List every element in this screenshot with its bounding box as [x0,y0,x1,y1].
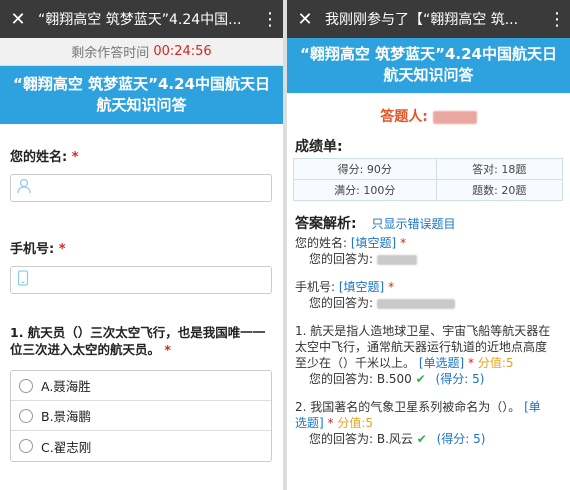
more-menu-icon[interactable]: ⋮ [548,9,566,30]
question-2-answer: 您的回答为: B.风云 ✔ (得分: 5) [309,432,486,446]
option-b[interactable]: B.景海鹏 [11,401,271,431]
timer-label: 剩余作答时间 [71,46,150,61]
phone-label: 手机号: * [10,242,66,257]
question-2-points: (得分: 5) [436,432,486,446]
top-bar: ✕ 我刚刚参与了【“翱翔高空 筑... ⋮ [287,0,570,38]
analysis-header: 答案解析: 只显示错误题目 [295,213,570,233]
user-icon [17,178,31,198]
required-mark: * [71,150,79,165]
answerer-label: 答题人: [380,109,428,125]
answerer-name-redacted [432,110,477,124]
phone-question: 手机号: [填空题] * [295,280,395,294]
quiz-banner: “翱翔高空 筑梦蓝天”4.24中国航天日 航天知识问答 [287,38,570,93]
phone-answer: 您的回答为: [309,295,570,311]
window-title: 我刚刚参与了【“翱翔高空 筑... [325,12,519,28]
name-label: 您的姓名: * [10,150,79,165]
timer-bar: 剩余作答时间 00:24:56 [0,38,283,66]
score-count: 题数: 20题 [435,179,564,201]
phone-answer-redacted [376,298,455,309]
required-mark: * [164,342,171,357]
banner-title-line2: 航天知识问答 [96,96,187,114]
radio-icon[interactable] [19,408,33,423]
question-1-line2: 太空中飞行，通常航天器运行轨道的近地点高度 [295,340,548,354]
answerer-row: 答题人: [287,106,570,126]
single-choice-tag: [单选题] [418,356,465,370]
banner-title-line1: “翱翔高空 筑梦蓝天”4.24中国航天日 [300,45,557,63]
name-answer-redacted [376,254,417,265]
banner-title-line2: 航天知识问答 [383,66,474,84]
radio-icon[interactable] [19,439,33,453]
score-table: 得分: 90分 答对: 18题 满分: 100分 题数: 20题 [293,158,564,201]
option-a[interactable]: A.聂海胜 [11,371,271,401]
top-bar: ✕ “翱翔高空 筑梦蓝天”4.24中国... ⋮ [0,0,283,38]
question-1-options: A.聂海胜 B.景海鹏 C.翟志刚 [10,370,272,462]
fill-tag: [填空题] [338,280,385,294]
question-1-line3: 至少在（）千米以上。 [单选题] * 分值:5 [295,356,514,370]
option-label: B.景海鹏 [41,409,92,424]
fill-tag: [填空题] [350,236,397,250]
phone-input[interactable] [10,266,272,294]
only-wrong-link[interactable]: 只显示错误题目 [371,217,455,231]
analysis-title: 答案解析: [295,216,357,232]
question-1: 1. 航天员（）三次太空飞行，也是我国唯一一 位三次进入太空的航天员。 * [10,324,273,358]
question-1: 1. 航天是指人造地球卫星、宇宙飞船等航天器在 太空中飞行，通常航天器运行轨道的… [295,323,570,371]
score-title: 成绩单: [295,139,343,155]
question-1-line2: 位三次进入太空的航天员。 * [10,342,171,357]
close-icon[interactable]: ✕ [293,9,317,30]
name-question: 您的姓名: [填空题] * [295,236,407,250]
question-1-line1: 1. 航天员（）三次太空飞行，也是我国唯一一 [10,325,266,340]
required-mark: * [58,242,66,257]
option-label: A.聂海胜 [41,379,91,394]
quiz-result-screen: ✕ 我刚刚参与了【“翱翔高空 筑... ⋮ “翱翔高空 筑梦蓝天”4.24中国航… [287,0,570,490]
question-1-answer: 您的回答为: B.500 ✔ (得分: 5) [309,372,485,386]
quiz-banner: “翱翔高空 筑梦蓝天”4.24中国航天日 航天知识问答 [0,66,283,124]
banner-title-line1: “翱翔高空 筑梦蓝天”4.24中国航天日 [13,75,270,93]
check-icon: ✔ [416,432,427,446]
question-2-line1: 2. 我国著名的气象卫星系列被命名为（）。 [单 [295,400,541,414]
close-icon[interactable]: ✕ [6,9,30,30]
question-1-points: (得分: 5) [435,372,485,386]
phone-icon [17,270,29,290]
screenshot-pair: ✕ “翱翔高空 筑梦蓝天”4.24中国... ⋮ 剩余作答时间 00:24:56… [0,0,570,490]
score-tag: 分值:5 [477,356,514,370]
score-correct: 答对: 18题 [435,158,564,180]
option-label: C.翟志刚 [41,439,92,455]
score-full: 满分: 100分 [293,179,437,201]
radio-icon[interactable] [19,378,33,393]
window-title: “翱翔高空 筑梦蓝天”4.24中国... [38,12,242,28]
question-2-line2: 选题] * 分值:5 [295,416,374,430]
question-1-line1: 1. 航天是指人造地球卫星、宇宙飞船等航天器在 [295,324,551,338]
score-got: 得分: 90分 [293,158,437,180]
check-icon: ✔ [415,372,426,386]
timer-value: 00:24:56 [153,44,212,59]
name-answer: 您的回答为: [309,251,570,267]
name-input[interactable] [10,174,272,202]
more-menu-icon[interactable]: ⋮ [261,9,279,30]
quiz-form-screen: ✕ “翱翔高空 筑梦蓝天”4.24中国... ⋮ 剩余作答时间 00:24:56… [0,0,283,490]
question-2: 2. 我国著名的气象卫星系列被命名为（）。 [单 选题] * 分值:5 [295,399,570,431]
option-c[interactable]: C.翟志刚 [11,431,271,461]
